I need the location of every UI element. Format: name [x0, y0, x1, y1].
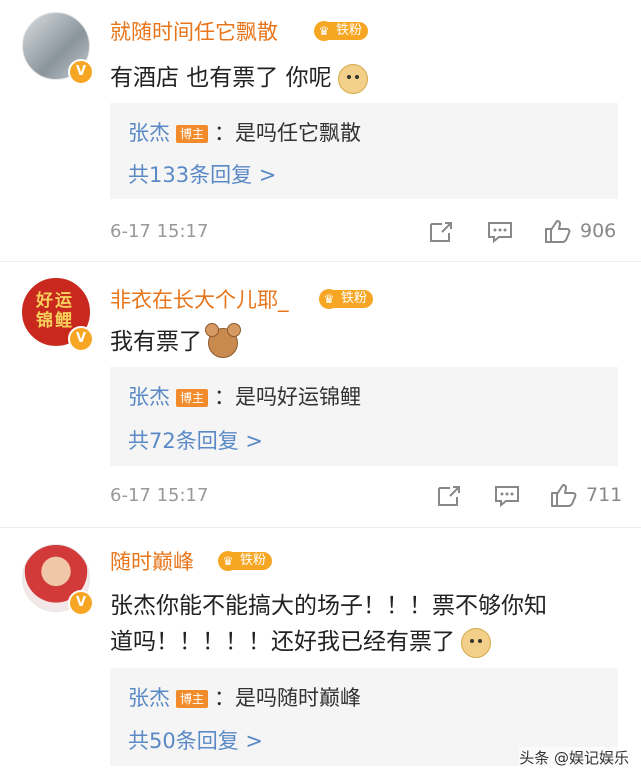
like-button[interactable]: 711 — [550, 482, 622, 508]
share-button[interactable] — [428, 220, 454, 244]
reply-preview: 张杰 博主 ：是吗好运锦鲤 — [128, 381, 361, 411]
comment-text: 道吗！！！！！还好我已经有票了 — [110, 622, 491, 658]
comment-button[interactable] — [487, 220, 513, 244]
reply-author[interactable]: 张杰 — [128, 385, 170, 409]
comment-time: 6-17 15:17 — [110, 221, 209, 242]
view-replies-link[interactable]: 共133条回复 > — [128, 159, 276, 189]
crown-icon: ♛ — [319, 289, 339, 309]
blogger-tag: 博主 — [176, 125, 209, 143]
reply-content: ：是吗任它飘散 — [214, 121, 362, 145]
doge-emoji-icon — [461, 627, 491, 658]
view-replies-link[interactable]: 共50条回复 > — [128, 725, 263, 755]
username[interactable]: 随时巅峰 — [110, 546, 194, 576]
like-button[interactable]: 906 — [544, 218, 616, 244]
share-icon — [438, 486, 460, 506]
crown-icon: ♛ — [314, 21, 334, 41]
reply-author[interactable]: 张杰 — [128, 121, 170, 145]
verified-icon: V — [68, 590, 94, 616]
avatar-text: 好运锦鲤 — [36, 291, 74, 331]
like-count: 711 — [586, 484, 623, 506]
comment-text: 我有票了 — [110, 322, 241, 358]
comment-item: V 随时巅峰 ♛ 铁粉 张杰你能不能搞大的场子！！！票不够你知 道吗！！！！！还… — [0, 528, 641, 778]
comment-icon — [495, 486, 519, 508]
doge-emoji-icon — [337, 63, 368, 94]
reply-box[interactable]: 张杰 博主 ：是吗任它飘散 共133条回复 > — [110, 103, 618, 199]
thumbs-up-icon — [545, 220, 571, 243]
blogger-tag: 博主 — [176, 389, 209, 407]
username[interactable]: 非衣在长大个儿耶_ — [110, 284, 289, 314]
reply-preview: 张杰 博主 ：是吗任它飘散 — [128, 117, 361, 147]
reply-content: ：是吗好运锦鲤 — [214, 385, 362, 409]
comment-icon — [488, 222, 512, 244]
reply-content: ：是吗随时巅峰 — [214, 686, 362, 710]
verified-icon: V — [68, 326, 94, 352]
blogger-tag: 博主 — [176, 690, 209, 708]
watermark: 头条 @娱记娱乐 — [519, 747, 629, 768]
comment-item: 好运锦鲤 V 非衣在长大个儿耶_ ♛ 铁粉 我有票了 张杰 博主 ：是吗好运锦鲤 共… — [0, 262, 641, 528]
thumbs-up-icon — [551, 484, 577, 507]
comment-text-content: 有酒店 也有票了 你呢 — [110, 65, 332, 91]
fan-badge: ♛ 铁粉 — [218, 550, 273, 572]
fan-badge: ♛ 铁粉 — [314, 20, 369, 42]
jerry-emoji-icon — [205, 322, 241, 358]
comment-text-line: 张杰你能不能搞大的场子！！！票不够你知 — [110, 593, 547, 619]
crown-icon: ♛ — [218, 551, 238, 571]
comment-text: 有酒店 也有票了 你呢 — [110, 58, 368, 94]
view-replies-link[interactable]: 共72条回复 > — [128, 425, 263, 455]
reply-preview: 张杰 博主 ：是吗随时巅峰 — [128, 682, 361, 712]
reply-box[interactable]: 张杰 博主 ：是吗好运锦鲤 共72条回复 > — [110, 367, 618, 466]
share-button[interactable] — [436, 484, 462, 508]
comment-button[interactable] — [494, 484, 520, 508]
comment-item: V 就随时间任它飘散 ♛ 铁粉 有酒店 也有票了 你呢 张杰 博主 ：是吗任它飘散 … — [0, 0, 641, 262]
comment-text-content: 道吗！！！！！还好我已经有票了 — [110, 629, 455, 655]
comment-time: 6-17 15:17 — [110, 485, 209, 506]
username[interactable]: 就随时间任它飘散 — [110, 16, 278, 46]
comment-text-content: 我有票了 — [110, 329, 202, 355]
verified-icon: V — [68, 59, 94, 85]
like-count: 906 — [580, 220, 617, 242]
share-icon — [430, 222, 452, 242]
fan-badge: ♛ 铁粉 — [319, 288, 374, 310]
reply-author[interactable]: 张杰 — [128, 686, 170, 710]
